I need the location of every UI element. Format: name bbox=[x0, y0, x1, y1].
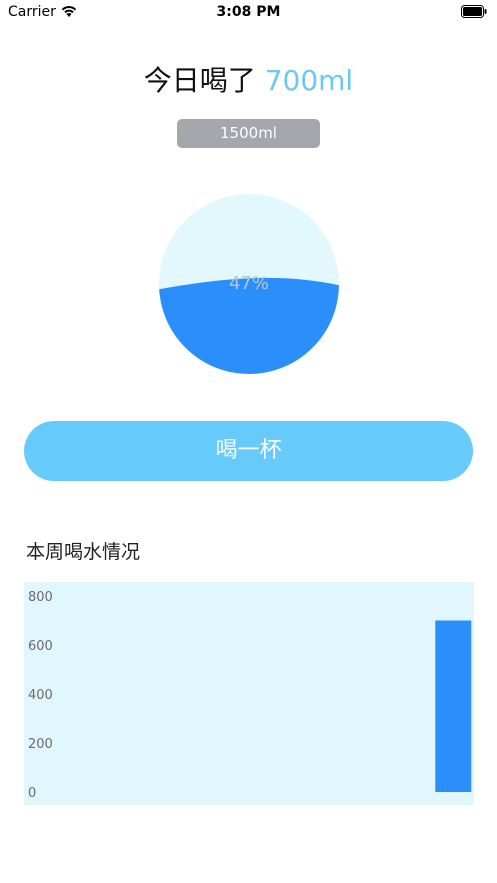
today-amount: 700ml bbox=[264, 64, 354, 97]
gauge-percent-label: 47% bbox=[228, 273, 269, 294]
battery-icon bbox=[461, 5, 487, 18]
y-tick-label: 600 bbox=[28, 639, 53, 654]
weekly-bar-chart: 0 200 400 600 800 bbox=[24, 582, 474, 805]
drink-one-cup-button[interactable]: 喝一杯 bbox=[24, 421, 473, 481]
page-title: 今日喝了 700ml bbox=[0, 62, 497, 100]
weekly-section-title: 本周喝水情况 bbox=[26, 541, 141, 563]
title-prefix: 今日喝了 bbox=[143, 64, 256, 97]
y-tick-label: 400 bbox=[28, 688, 53, 703]
y-tick-label: 0 bbox=[28, 786, 36, 801]
chart-canvas: 0 200 400 600 800 bbox=[28, 590, 472, 801]
daily-goal-badge[interactable]: 1500ml bbox=[177, 119, 320, 148]
y-tick-label: 200 bbox=[28, 737, 53, 752]
chart-bar bbox=[435, 620, 472, 792]
y-tick-label: 800 bbox=[28, 590, 53, 605]
status-bar: Carrier 3:08 PM bbox=[0, 0, 497, 26]
clock-time: 3:08 PM bbox=[216, 4, 281, 20]
